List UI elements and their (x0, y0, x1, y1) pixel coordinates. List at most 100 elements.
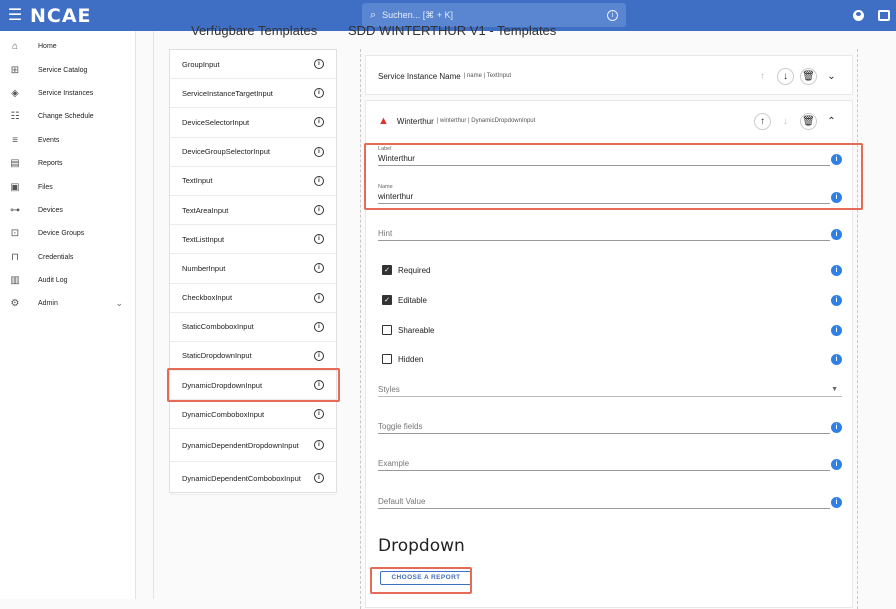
styles-select[interactable]: Styles ▼ (378, 383, 842, 397)
name-input[interactable]: winterthur (378, 190, 830, 204)
hint-field[interactable]: Hint i (378, 227, 842, 241)
name-field[interactable]: Name winterthur i (378, 184, 842, 204)
sidebar-item-label: Home (38, 43, 57, 51)
toggle-fields-input[interactable]: Toggle fields (378, 420, 830, 434)
template-item-staticcomboboxinput[interactable]: StaticComboboxInput i (170, 313, 336, 342)
sidebar-item-admin[interactable]: ⚙ Admin ⌄ (0, 292, 135, 315)
info-icon[interactable]: i (314, 175, 324, 186)
template-item-label: TextInput (182, 176, 213, 186)
feedback-icon[interactable] (878, 10, 890, 21)
template-item-label: DeviceGroupSelectorInput (182, 147, 270, 157)
required-checkbox-row[interactable]: ✓ Required i (382, 263, 842, 277)
info-icon[interactable]: i (831, 459, 842, 470)
app-logo[interactable]: NCAE (30, 5, 92, 27)
move-up-icon[interactable]: ↑ (754, 68, 771, 85)
shareable-checkbox[interactable] (382, 325, 392, 335)
info-icon[interactable]: i (314, 440, 324, 451)
info-icon[interactable]: i (314, 205, 324, 216)
template-item-dynamiccomboboxinput[interactable]: DynamicComboboxInput i (170, 400, 336, 430)
example-input[interactable]: Example (378, 457, 830, 471)
info-icon[interactable]: i (314, 350, 324, 361)
info-icon[interactable]: i (831, 192, 842, 203)
sidebar-item-reports[interactable]: ▤ Reports (0, 152, 135, 175)
info-icon[interactable]: i (831, 354, 842, 365)
shareable-checkbox-row[interactable]: Shareable i (382, 323, 842, 337)
template-item-label: TextAreaInput (182, 205, 229, 215)
move-up-icon[interactable]: ↑ (754, 112, 771, 130)
styles-input[interactable]: Styles (378, 383, 842, 397)
info-icon[interactable]: i (831, 497, 842, 508)
template-item-groupinput[interactable]: GroupInput i (170, 50, 336, 80)
info-icon[interactable]: i (831, 265, 842, 276)
info-icon[interactable]: i (314, 409, 324, 420)
hidden-checkbox[interactable] (382, 354, 392, 364)
sidebar-item-events[interactable]: ≡ Events (0, 129, 135, 152)
editable-checkbox-row[interactable]: ✓ Editable i (382, 293, 842, 307)
search-info-icon[interactable]: i (607, 9, 618, 21)
info-icon[interactable]: i (314, 263, 324, 274)
info-icon[interactable]: i (314, 59, 324, 70)
sidebar-item-home[interactable]: ⌂ Home (0, 35, 135, 58)
menu-icon[interactable]: ☰ (0, 0, 30, 31)
chevron-down-icon: ⌄ (115, 298, 123, 309)
field-card-service-instance-name[interactable]: Service Instance Name | name | TextInput… (365, 55, 853, 95)
sidebar-item-change-schedule[interactable]: ☷ Change Schedule (0, 105, 135, 128)
template-item-checkboxinput[interactable]: CheckboxInput i (170, 284, 336, 313)
sidebar-item-label: Service Catalog (38, 66, 88, 74)
sidebar-item-devices[interactable]: ⊶ Devices (0, 199, 135, 222)
sidebar-item-device-groups[interactable]: ⊡ Device Groups (0, 222, 135, 245)
info-icon[interactable]: i (314, 88, 324, 99)
expand-icon[interactable]: ⌄ (823, 68, 840, 85)
info-icon[interactable]: i (831, 325, 842, 336)
hidden-checkbox-row[interactable]: Hidden i (382, 352, 842, 366)
template-item-serviceinstancetargetinput[interactable]: ServiceInstanceTargetInput i (170, 79, 336, 109)
info-icon[interactable]: i (831, 295, 842, 306)
template-item-textlistinput[interactable]: TextListInput i (170, 225, 336, 255)
info-icon[interactable]: i (314, 473, 324, 484)
cube-icon: ◈ (11, 87, 19, 99)
info-icon[interactable]: i (314, 117, 324, 128)
default-value-field[interactable]: Default Value i (378, 495, 842, 509)
info-icon[interactable]: i (314, 321, 324, 332)
template-item-dynamicdropdowninput[interactable]: DynamicDropdownInput i (170, 371, 336, 401)
move-down-icon[interactable]: ↓ (777, 67, 794, 85)
sidebar-item-service-instances[interactable]: ◈ Service Instances (0, 82, 135, 105)
account-icon[interactable] (853, 10, 864, 21)
template-item-deviceselectorinput[interactable]: DeviceSelectorInput i (170, 108, 336, 138)
hint-input[interactable]: Hint (378, 227, 830, 241)
example-field[interactable]: Example i (378, 457, 842, 471)
template-item-staticdropdowninput[interactable]: StaticDropdownInput i (170, 342, 336, 372)
toggle-fields-field[interactable]: Toggle fields i (378, 420, 842, 434)
sidebar-item-credentials[interactable]: ⊓ Credentials (0, 246, 135, 269)
info-icon[interactable]: i (314, 292, 324, 303)
delete-icon[interactable]: 🗑 (800, 67, 817, 85)
required-checkbox[interactable]: ✓ (382, 265, 392, 275)
sidebar-item-audit-log[interactable]: ▥ Audit Log (0, 269, 135, 292)
editable-checkbox[interactable]: ✓ (382, 295, 392, 305)
template-item-dynamicdependentdropdowninput[interactable]: DynamicDependentDropdownInput i (170, 429, 336, 463)
default-value-input[interactable]: Default Value (378, 495, 830, 509)
template-item-numberinput[interactable]: NumberInput i (170, 254, 336, 284)
gear-icon: ⚙ (10, 298, 20, 310)
sidebar-item-service-catalog[interactable]: ⊞ Service Catalog (0, 58, 135, 81)
template-item-dynamicdependentcomboboxinput[interactable]: DynamicDependentComboboxInput i (170, 462, 336, 496)
info-icon[interactable]: i (314, 234, 324, 245)
template-item-textinput[interactable]: TextInput i (170, 167, 336, 196)
sidebar-item-files[interactable]: ▣ Files (0, 175, 135, 198)
move-down-icon[interactable]: ↓ (777, 113, 794, 130)
card-title: Winterthur (396, 116, 434, 126)
template-item-label: DynamicDependentDropdownInput (182, 440, 299, 450)
info-icon[interactable]: i (831, 229, 842, 240)
template-item-devicegroupselectorinput[interactable]: DeviceGroupSelectorInput i (170, 138, 336, 167)
choose-report-button[interactable]: CHOOSE A REPORT (380, 571, 472, 585)
info-icon[interactable]: i (831, 422, 842, 433)
delete-icon[interactable]: 🗑 (800, 112, 817, 130)
info-icon[interactable]: i (314, 146, 324, 157)
info-icon[interactable]: i (314, 380, 324, 391)
collapse-icon[interactable]: ⌃ (823, 113, 840, 130)
template-item-label: DynamicDropdownInput (182, 380, 263, 390)
label-input[interactable]: Winterthur (378, 152, 830, 166)
label-field[interactable]: Label Winterthur i (378, 146, 842, 166)
info-icon[interactable]: i (831, 154, 842, 165)
template-item-textareainput[interactable]: TextAreaInput i (170, 196, 336, 226)
